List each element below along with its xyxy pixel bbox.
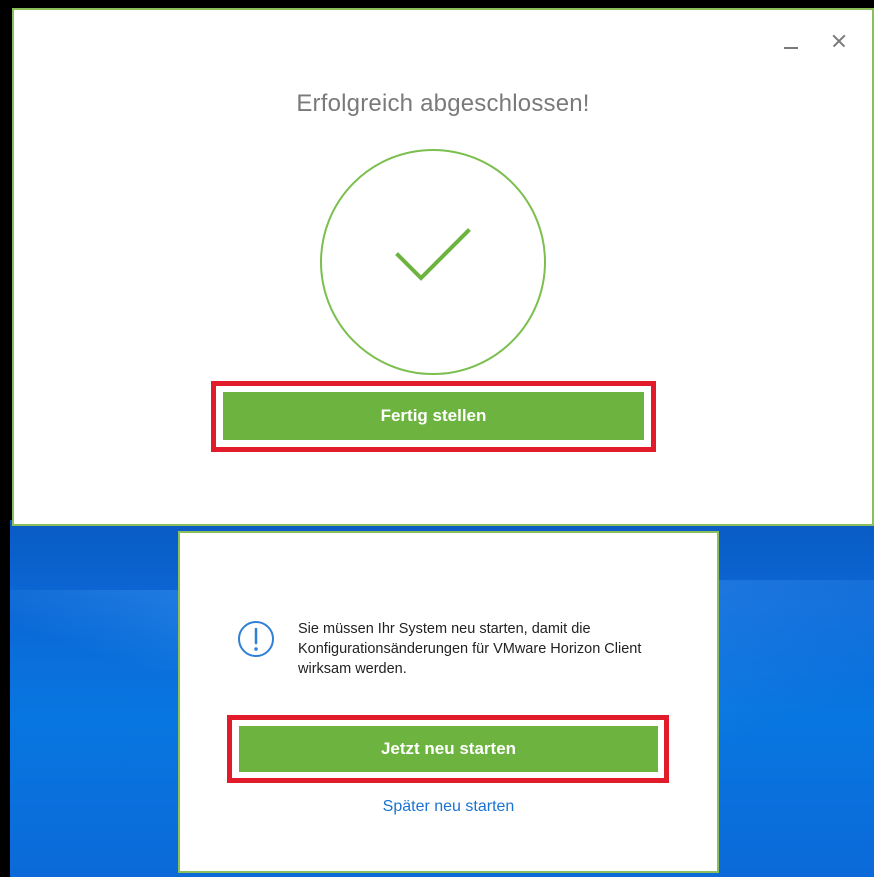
close-icon[interactable]: [832, 34, 846, 48]
desktop-light-streak-right: [714, 580, 874, 760]
success-circle: [320, 149, 546, 375]
restart-now-button[interactable]: Jetzt neu starten: [239, 726, 658, 772]
success-title: Erfolgreich abgeschlossen!: [296, 90, 590, 117]
checkmark-icon: [395, 228, 471, 281]
minimize-icon[interactable]: [784, 34, 798, 49]
checkmark-circle-icon: [320, 149, 546, 375]
info-exclamation-icon: [238, 621, 274, 657]
window-controls: [784, 34, 846, 49]
finish-button[interactable]: Fertig stellen: [223, 392, 644, 440]
restart-later-link[interactable]: Später neu starten: [178, 798, 719, 816]
restart-dialog: [178, 531, 719, 873]
restart-message: Sie müssen Ihr System neu starten, damit…: [298, 621, 642, 677]
screenshot: Erfolgreich abgeschlossen! Fertig stelle…: [0, 0, 874, 877]
